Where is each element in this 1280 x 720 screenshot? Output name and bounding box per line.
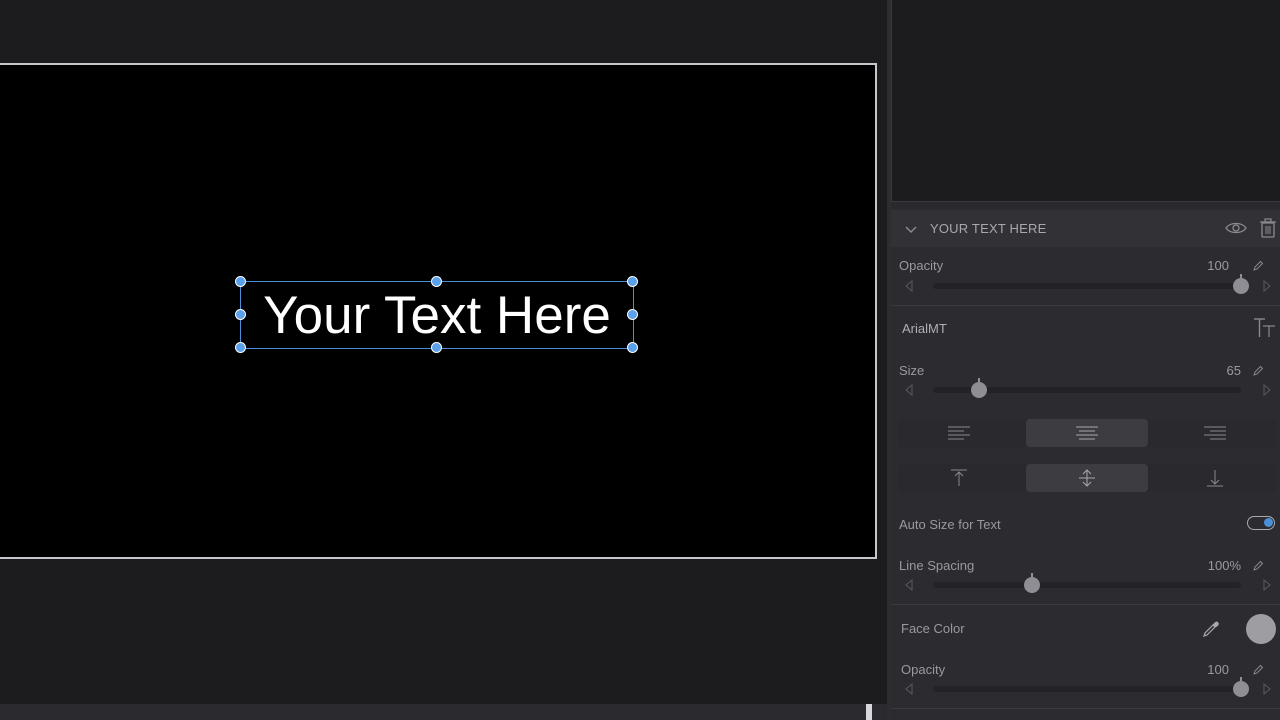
resize-handle-right[interactable] [627, 309, 638, 320]
align-middle-button[interactable] [1026, 464, 1148, 492]
align-middle-icon [1079, 469, 1095, 487]
preview-pane [891, 0, 1280, 202]
face-opacity-slider[interactable] [933, 677, 1249, 697]
pencil-icon[interactable] [1252, 260, 1264, 272]
align-center-button[interactable] [1026, 419, 1148, 447]
resize-handle-bottom-right[interactable] [627, 342, 638, 353]
align-bottom-icon [1207, 470, 1223, 487]
pencil-icon[interactable] [1252, 560, 1264, 572]
horizontal-align-control [898, 419, 1276, 447]
resize-handle-bottom-left[interactable] [235, 342, 246, 353]
divider [891, 604, 1280, 605]
align-left-icon [948, 426, 970, 440]
canvas-area: Your Text Here [0, 0, 888, 720]
scrollbar-thumb[interactable] [866, 704, 872, 720]
align-right-icon [1204, 426, 1226, 440]
auto-size-label: Auto Size for Text [899, 517, 1001, 532]
align-bottom-button[interactable] [1154, 464, 1276, 492]
horizontal-scrollbar[interactable] [0, 704, 888, 720]
divider [891, 305, 1280, 306]
opacity-slider-knob[interactable] [1233, 274, 1249, 294]
size-slider-knob[interactable] [971, 378, 988, 398]
font-name[interactable]: ArialMT [902, 321, 947, 336]
divider [891, 708, 1280, 709]
align-center-icon [1076, 426, 1098, 440]
size-label: Size [899, 363, 925, 378]
text-layer-content[interactable]: Your Text Here [263, 289, 611, 342]
decrement-arrow-icon[interactable] [904, 384, 914, 396]
face-opacity-slider-knob[interactable] [1233, 677, 1249, 697]
size-slider[interactable] [933, 378, 1241, 398]
video-stage[interactable]: Your Text Here [0, 63, 877, 559]
opacity-value[interactable]: 100 [1181, 258, 1229, 273]
font-picker-icon[interactable] [1253, 316, 1277, 340]
resize-handle-top-right[interactable] [627, 276, 638, 287]
align-top-icon [951, 469, 967, 486]
face-color-label: Face Color [901, 621, 965, 636]
line-spacing-slider-knob[interactable] [1023, 573, 1040, 593]
resize-handle-left[interactable] [235, 309, 246, 320]
app-window: Your Text Here YOUR TEXT HERE Opacity 10… [0, 0, 1280, 720]
align-right-button[interactable] [1154, 419, 1276, 447]
eyedropper-icon[interactable] [1202, 620, 1220, 638]
pencil-icon[interactable] [1252, 365, 1264, 377]
resize-handle-top[interactable] [431, 276, 442, 287]
increment-arrow-icon[interactable] [1262, 579, 1272, 591]
line-spacing-value[interactable]: 100% [1181, 558, 1241, 573]
vertical-align-control [898, 464, 1276, 492]
pane-separator [891, 202, 1280, 210]
pencil-icon[interactable] [1252, 664, 1264, 676]
inspector-panel: YOUR TEXT HERE Opacity 100 ArialMT Size … [891, 210, 1280, 720]
decrement-arrow-icon[interactable] [904, 280, 914, 292]
chevron-down-icon[interactable] [903, 221, 919, 237]
decrement-arrow-icon[interactable] [904, 683, 914, 695]
resize-handle-top-left[interactable] [235, 276, 246, 287]
eye-icon[interactable] [1225, 220, 1247, 236]
align-left-button[interactable] [898, 419, 1020, 447]
toggle-knob [1264, 518, 1273, 527]
increment-arrow-icon[interactable] [1262, 280, 1272, 292]
opacity-label: Opacity [899, 258, 944, 273]
size-value[interactable]: 65 [1181, 363, 1241, 378]
opacity-slider[interactable] [933, 274, 1249, 294]
line-spacing-label: Line Spacing [899, 558, 975, 573]
face-opacity-value[interactable]: 100 [1181, 662, 1229, 677]
increment-arrow-icon[interactable] [1262, 384, 1272, 396]
trash-icon[interactable] [1259, 218, 1277, 238]
align-top-button[interactable] [898, 464, 1020, 492]
text-layer-box[interactable]: Your Text Here [235, 276, 638, 353]
layer-header[interactable]: YOUR TEXT HERE [891, 210, 1280, 247]
auto-size-toggle[interactable] [1247, 516, 1275, 530]
resize-handle-bottom[interactable] [431, 342, 442, 353]
decrement-arrow-icon[interactable] [904, 579, 914, 591]
face-color-swatch[interactable] [1246, 614, 1276, 644]
increment-arrow-icon[interactable] [1262, 683, 1272, 695]
layer-title: YOUR TEXT HERE [930, 221, 1047, 236]
face-opacity-label: Opacity [901, 662, 946, 677]
line-spacing-slider[interactable] [933, 573, 1241, 593]
